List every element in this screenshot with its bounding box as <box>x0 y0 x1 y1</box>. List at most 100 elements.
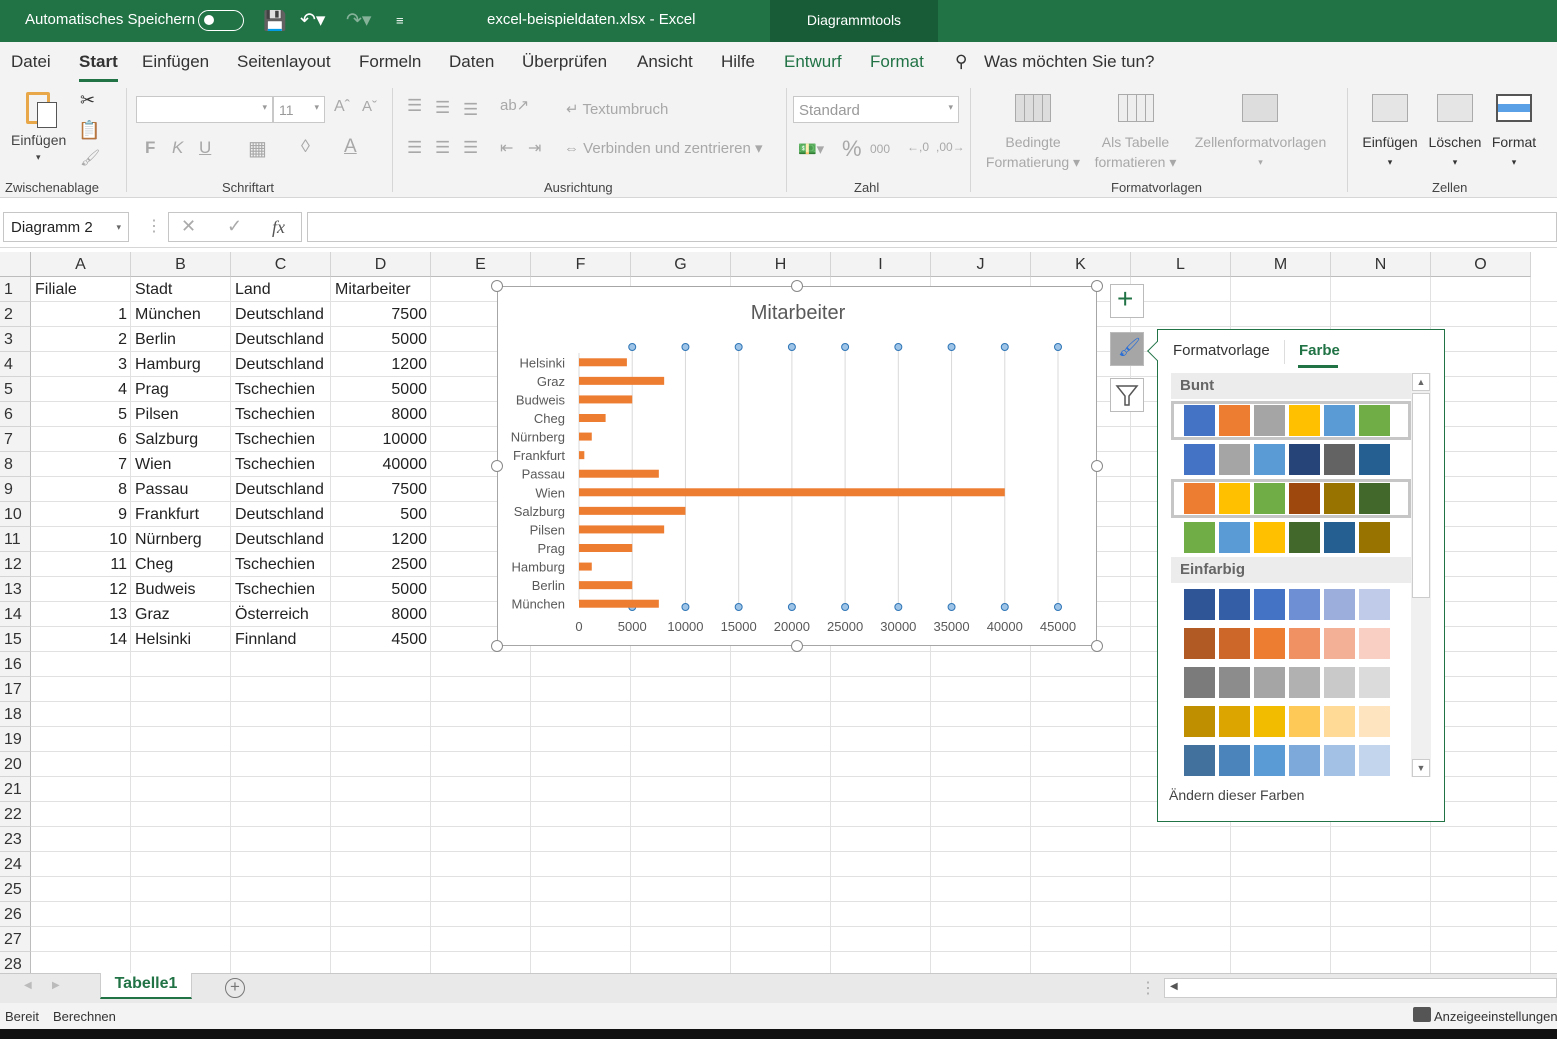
cell-D6[interactable]: 8000 <box>332 402 430 427</box>
cell-D5[interactable]: 5000 <box>332 377 430 402</box>
cell-A2[interactable]: 1 <box>32 302 130 327</box>
insert-cells-button[interactable]: Einfügen ▾ <box>1361 132 1419 172</box>
cell-A3[interactable]: 2 <box>32 327 130 352</box>
resize-handle[interactable] <box>491 640 503 652</box>
delete-cells-icon[interactable] <box>1437 94 1473 122</box>
column-header-O[interactable]: O <box>1431 252 1531 277</box>
row-header-12[interactable]: 12 <box>0 552 31 577</box>
cell-A8[interactable]: 7 <box>32 452 130 477</box>
cell-C11[interactable]: Deutschland <box>232 527 330 552</box>
row-header-22[interactable]: 22 <box>0 802 31 827</box>
chart-filter-button[interactable] <box>1110 378 1144 412</box>
cell-D1[interactable]: Mitarbeiter <box>332 277 430 302</box>
decrease-indent-icon[interactable]: ⇤ <box>500 138 513 158</box>
copy-icon[interactable]: 📋 <box>78 120 100 141</box>
cell-D11[interactable]: 1200 <box>332 527 430 552</box>
tab-seitenlayout[interactable]: Seitenlayout <box>237 52 331 72</box>
shrink-font-icon[interactable]: Aˇ <box>362 98 377 115</box>
row-header-2[interactable]: 2 <box>0 302 31 327</box>
cell-C10[interactable]: Deutschland <box>232 502 330 527</box>
tell-me-search[interactable]: Was möchten Sie tun? <box>984 52 1154 72</box>
tab-ueberpruefen[interactable]: Überprüfen <box>522 52 607 72</box>
cell-C6[interactable]: Tschechien <box>232 402 330 427</box>
resize-handle[interactable] <box>491 280 503 292</box>
cell-B13[interactable]: Budweis <box>132 577 230 602</box>
align-top-icon[interactable]: ☰ <box>407 96 422 116</box>
row-header-14[interactable]: 14 <box>0 602 31 627</box>
cell-A5[interactable]: 4 <box>32 377 130 402</box>
cell-D10[interactable]: 500 <box>332 502 430 527</box>
scroll-down-icon[interactable]: ▼ <box>1412 759 1430 777</box>
percent-button[interactable]: % <box>842 136 862 162</box>
color-scheme-row[interactable] <box>1171 479 1411 518</box>
increase-decimal-icon[interactable]: ←,0 <box>907 140 929 154</box>
cell-B12[interactable]: Cheg <box>132 552 230 577</box>
cell-A13[interactable]: 12 <box>32 577 130 602</box>
format-painter-icon[interactable]: 🖌 <box>80 148 100 168</box>
scroll-up-icon[interactable]: ▲ <box>1412 373 1430 391</box>
column-header-B[interactable]: B <box>131 252 231 277</box>
insert-function-icon[interactable]: fx <box>272 217 285 238</box>
conditional-formatting-icon[interactable] <box>1015 94 1051 122</box>
format-as-table-icon[interactable] <box>1118 94 1154 122</box>
insert-cells-icon[interactable] <box>1372 94 1408 122</box>
cell-D12[interactable]: 2500 <box>332 552 430 577</box>
paste-button[interactable]: Einfügen <box>11 132 66 148</box>
cell-B9[interactable]: Passau <box>132 477 230 502</box>
cell-A6[interactable]: 5 <box>32 402 130 427</box>
cell-B7[interactable]: Salzburg <box>132 427 230 452</box>
borders-icon[interactable]: ▦ <box>248 136 267 161</box>
cell-B14[interactable]: Graz <box>132 602 230 627</box>
color-scheme-row[interactable] <box>1171 401 1411 440</box>
display-settings-icon[interactable] <box>1413 1007 1431 1022</box>
cut-icon[interactable]: ✂ <box>80 90 95 111</box>
cell-D14[interactable]: 8000 <box>332 602 430 627</box>
cell-styles-button[interactable]: Zellenformatvorlagen ▾ <box>1188 132 1333 172</box>
resize-handle[interactable] <box>491 460 503 472</box>
cell-B2[interactable]: München <box>132 302 230 327</box>
tab-datei[interactable]: Datei <box>11 52 51 72</box>
resize-handle[interactable] <box>791 640 803 652</box>
cell-C15[interactable]: Finnland <box>232 627 330 652</box>
formula-input[interactable] <box>307 212 1557 242</box>
cell-B15[interactable]: Helsinki <box>132 627 230 652</box>
increase-indent-icon[interactable]: ⇥ <box>528 138 541 158</box>
row-header-4[interactable]: 4 <box>0 352 31 377</box>
decrease-decimal-icon[interactable]: ,00→ <box>936 140 965 154</box>
align-bottom-icon[interactable]: ☰ <box>463 100 478 120</box>
resize-handle[interactable] <box>791 280 803 292</box>
row-header-20[interactable]: 20 <box>0 752 31 777</box>
currency-icon[interactable]: 💵▾ <box>798 140 824 158</box>
chart-mitarbeiter[interactable]: Mitarbeiter 0 5000 10000 15000 20000 25000 3000… <box>497 286 1097 646</box>
column-header-D[interactable]: D <box>331 252 431 277</box>
cell-A1[interactable]: Filiale <box>32 277 130 302</box>
tab-ansicht[interactable]: Ansicht <box>637 52 693 72</box>
cell-C8[interactable]: Tschechien <box>232 452 330 477</box>
delete-cells-button[interactable]: Löschen ▾ <box>1427 132 1483 172</box>
cell-B3[interactable]: Berlin <box>132 327 230 352</box>
fill-color-icon[interactable]: ◊ <box>301 136 310 157</box>
row-header-6[interactable]: 6 <box>0 402 31 427</box>
font-color-icon[interactable]: A <box>344 136 357 158</box>
align-right-icon[interactable]: ☰ <box>463 138 478 158</box>
font-size-select[interactable]: 11 ▾ <box>273 96 325 123</box>
cell-B4[interactable]: Hamburg <box>132 352 230 377</box>
status-calculate[interactable]: Berechnen <box>53 1009 116 1024</box>
cell-C2[interactable]: Deutschland <box>232 302 330 327</box>
customize-qat-icon[interactable]: ≡ <box>396 13 404 28</box>
tab-entwurf[interactable]: Entwurf <box>784 52 842 72</box>
cell-C12[interactable]: Tschechien <box>232 552 330 577</box>
row-header-5[interactable]: 5 <box>0 377 31 402</box>
column-header-N[interactable]: N <box>1331 252 1431 277</box>
mono-color-row[interactable] <box>1171 741 1411 780</box>
merge-center-button[interactable]: ⇔ Verbinden und zentrieren ▾ <box>564 139 763 157</box>
row-header-24[interactable]: 24 <box>0 852 31 877</box>
autosave-toggle[interactable] <box>198 10 244 31</box>
cell-A4[interactable]: 3 <box>32 352 130 377</box>
column-header-A[interactable]: A <box>31 252 131 277</box>
cell-A11[interactable]: 10 <box>32 527 130 552</box>
select-all-corner[interactable] <box>0 252 31 277</box>
align-center-icon[interactable]: ☰ <box>435 138 450 158</box>
format-cells-button[interactable]: Format ▾ <box>1487 132 1541 172</box>
column-header-M[interactable]: M <box>1231 252 1331 277</box>
